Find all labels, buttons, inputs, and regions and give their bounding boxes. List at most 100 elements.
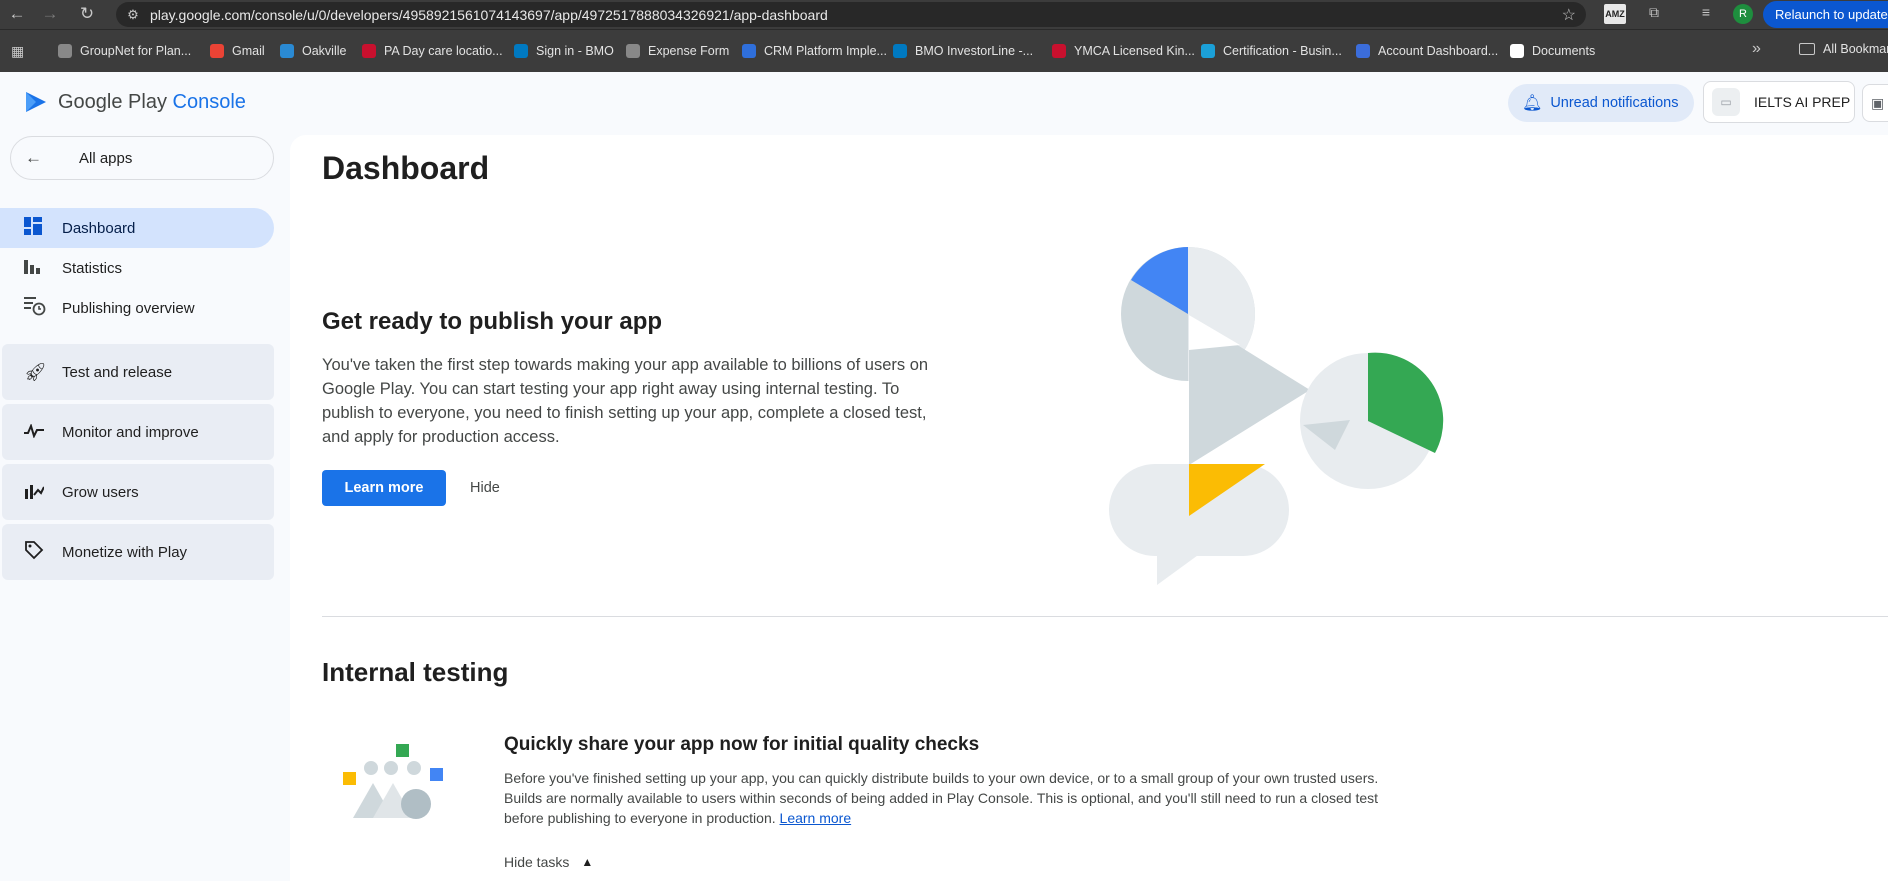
bookmark-favicon-icon bbox=[1052, 44, 1066, 58]
bookmark-favicon-icon bbox=[362, 44, 376, 58]
unread-notifications-label: Unread notifications bbox=[1550, 95, 1679, 111]
android-app-icon: ▭ bbox=[1712, 88, 1740, 116]
publish-card-title: Get ready to publish your app bbox=[322, 308, 663, 335]
bookmark-label: GroupNet for Plan... bbox=[80, 44, 192, 58]
bookmark-favicon-icon bbox=[1356, 44, 1370, 58]
sidebar-item-label: Dashboard bbox=[62, 219, 136, 237]
extension-amz-icon[interactable]: AMZ bbox=[1604, 4, 1626, 24]
browser-toolbar: ← → ↻ ⚙ play.google.com/console/u/0/deve… bbox=[0, 0, 1888, 29]
sidebar-item-statistics[interactable]: Statistics bbox=[0, 248, 274, 288]
relaunch-button[interactable]: Relaunch to update bbox=[1763, 1, 1888, 28]
chevron-up-icon: ▲ bbox=[581, 855, 594, 869]
page-title: Dashboard bbox=[322, 150, 490, 186]
bookmark-label: Gmail bbox=[232, 44, 265, 58]
bookmark-item[interactable]: Oakville bbox=[280, 42, 346, 60]
section-divider bbox=[322, 616, 1888, 617]
bookmark-label: BMO InvestorLine -... bbox=[915, 44, 1034, 58]
bookmark-label: YMCA Licensed Kin... bbox=[1074, 44, 1195, 58]
bookmark-favicon-icon bbox=[514, 44, 528, 58]
vitals-icon bbox=[2, 422, 62, 443]
back-arrow-icon[interactable]: ← bbox=[4, 1, 30, 27]
bookmarks-bar: ▦ GroupNet for Plan... Gmail Oakville PA Da… bbox=[0, 29, 1888, 72]
media-queue-icon[interactable]: ≡ bbox=[1695, 4, 1717, 24]
sidebar-section-grow-users[interactable]: Grow users bbox=[2, 464, 274, 520]
bookmark-item[interactable]: Sign in - BMO bbox=[514, 42, 614, 60]
bar-chart-icon bbox=[0, 258, 62, 279]
bookmark-item[interactable]: Account Dashboard... bbox=[1356, 42, 1498, 60]
section-label: Monetize with Play bbox=[62, 543, 188, 561]
bookmark-item[interactable]: BMO InvestorLine -... bbox=[893, 42, 1033, 60]
bookmark-item[interactable]: Gmail bbox=[210, 42, 265, 60]
url-text[interactable]: play.google.com/console/u/0/developers/4… bbox=[150, 7, 828, 23]
bookmark-label: Oakville bbox=[302, 44, 347, 58]
sidebar-item-publishing-overview[interactable]: Publishing overview bbox=[0, 288, 274, 328]
app-switcher[interactable]: ▭ IELTS AI PREP bbox=[1703, 81, 1855, 123]
sidebar-item-dashboard[interactable]: Dashboard bbox=[0, 208, 274, 248]
profile-avatar[interactable]: R bbox=[1733, 4, 1753, 24]
bookmark-item[interactable]: Certification - Busin... bbox=[1201, 42, 1342, 60]
sidebar-section-test-and-release[interactable]: 🚀︎ Test and release bbox=[2, 344, 274, 400]
publish-card-description: You've taken the first step towards maki… bbox=[322, 356, 929, 446]
bookmark-star-icon[interactable]: ☆ bbox=[1562, 5, 1576, 25]
site-info-icon[interactable]: ⚙ bbox=[116, 7, 150, 23]
notification-bell-icon: 🔔︎ bbox=[1522, 95, 1543, 112]
address-bar[interactable]: ⚙ play.google.com/console/u/0/developers… bbox=[116, 2, 1586, 27]
all-bookmarks-folder[interactable]: All Bookmarks bbox=[1799, 42, 1888, 56]
bookmark-item[interactable]: GroupNet for Plan... bbox=[58, 42, 191, 60]
bookmark-favicon-icon bbox=[1201, 44, 1215, 58]
growth-icon bbox=[2, 481, 62, 504]
all-apps-button[interactable]: ← All apps bbox=[10, 136, 274, 180]
internal-testing-description: Before you've finished setting up your a… bbox=[504, 768, 1384, 828]
more-bookmarks-icon[interactable]: » bbox=[1752, 40, 1761, 58]
internal-testing-subtitle: Quickly share your app now for initial q… bbox=[504, 734, 980, 755]
bookmark-favicon-icon bbox=[210, 44, 224, 58]
schedule-list-icon bbox=[0, 296, 62, 321]
folder-icon bbox=[1799, 43, 1815, 55]
hide-button[interactable]: Hide bbox=[470, 470, 500, 506]
bookmark-item[interactable]: CRM Platform Imple... bbox=[742, 42, 887, 60]
bookmark-item[interactable]: PA Day care locatio... bbox=[362, 42, 503, 60]
bookmark-label: Expense Form bbox=[648, 44, 730, 58]
sidebar-section-monetize-with-play[interactable]: Monetize with Play bbox=[2, 524, 274, 580]
developer-account-icon[interactable]: ▣ bbox=[1862, 84, 1888, 122]
learn-more-button[interactable]: Learn more bbox=[322, 470, 446, 506]
apps-grid-icon[interactable]: ▦ bbox=[11, 43, 27, 59]
internal-testing-illustration bbox=[343, 744, 443, 819]
bookmark-label: PA Day care locatio... bbox=[384, 44, 503, 58]
all-apps-label: All apps bbox=[79, 149, 133, 167]
reload-icon[interactable]: ↻ bbox=[74, 1, 100, 27]
section-label: Grow users bbox=[62, 483, 139, 501]
section-label: Test and release bbox=[62, 363, 173, 381]
bookmark-label: Account Dashboard... bbox=[1378, 44, 1499, 58]
section-label: Monitor and improve bbox=[62, 423, 199, 441]
all-bookmarks-label: All Bookmarks bbox=[1823, 42, 1888, 56]
tag-icon bbox=[2, 540, 62, 565]
hide-tasks-label: Hide tasks bbox=[504, 854, 570, 870]
publish-illustration bbox=[1109, 247, 1444, 585]
app-name: IELTS AI PREP bbox=[1754, 94, 1851, 110]
bookmark-favicon-icon bbox=[58, 44, 72, 58]
bookmark-label: Sign in - BMO bbox=[536, 44, 614, 58]
internal-testing-title: Internal testing bbox=[322, 657, 509, 687]
logo-text-accent: Console bbox=[172, 90, 246, 113]
bookmark-favicon-icon bbox=[626, 44, 640, 58]
extensions-puzzle-icon[interactable]: ⧉ bbox=[1643, 4, 1665, 24]
logo-text: Google Play Console bbox=[58, 91, 246, 114]
sidebar-section-monitor-and-improve[interactable]: Monitor and improve bbox=[2, 404, 274, 460]
learn-more-link[interactable]: Learn more bbox=[780, 810, 852, 826]
unread-notifications-button[interactable]: 🔔︎ Unread notifications bbox=[1508, 84, 1694, 122]
dashboard-icon bbox=[0, 216, 62, 240]
logo-text-main: Google Play bbox=[58, 90, 173, 113]
bookmark-favicon-icon bbox=[742, 44, 756, 58]
bookmark-item[interactable]: Expense Form bbox=[626, 42, 729, 60]
forward-arrow-icon[interactable]: → bbox=[37, 1, 63, 27]
bookmark-favicon-icon bbox=[893, 44, 907, 58]
play-console-logo[interactable]: Google Play Console bbox=[24, 90, 246, 114]
bookmark-favicon-icon bbox=[1510, 44, 1524, 58]
back-arrow-icon: ← bbox=[25, 148, 42, 167]
bookmark-item[interactable]: Documents bbox=[1510, 42, 1595, 60]
bookmark-label: Certification - Busin... bbox=[1223, 44, 1342, 58]
hide-tasks-button[interactable]: Hide tasks ▲ bbox=[504, 854, 593, 870]
bookmark-item[interactable]: YMCA Licensed Kin... bbox=[1052, 42, 1195, 60]
sidebar-item-label: Statistics bbox=[62, 259, 123, 277]
